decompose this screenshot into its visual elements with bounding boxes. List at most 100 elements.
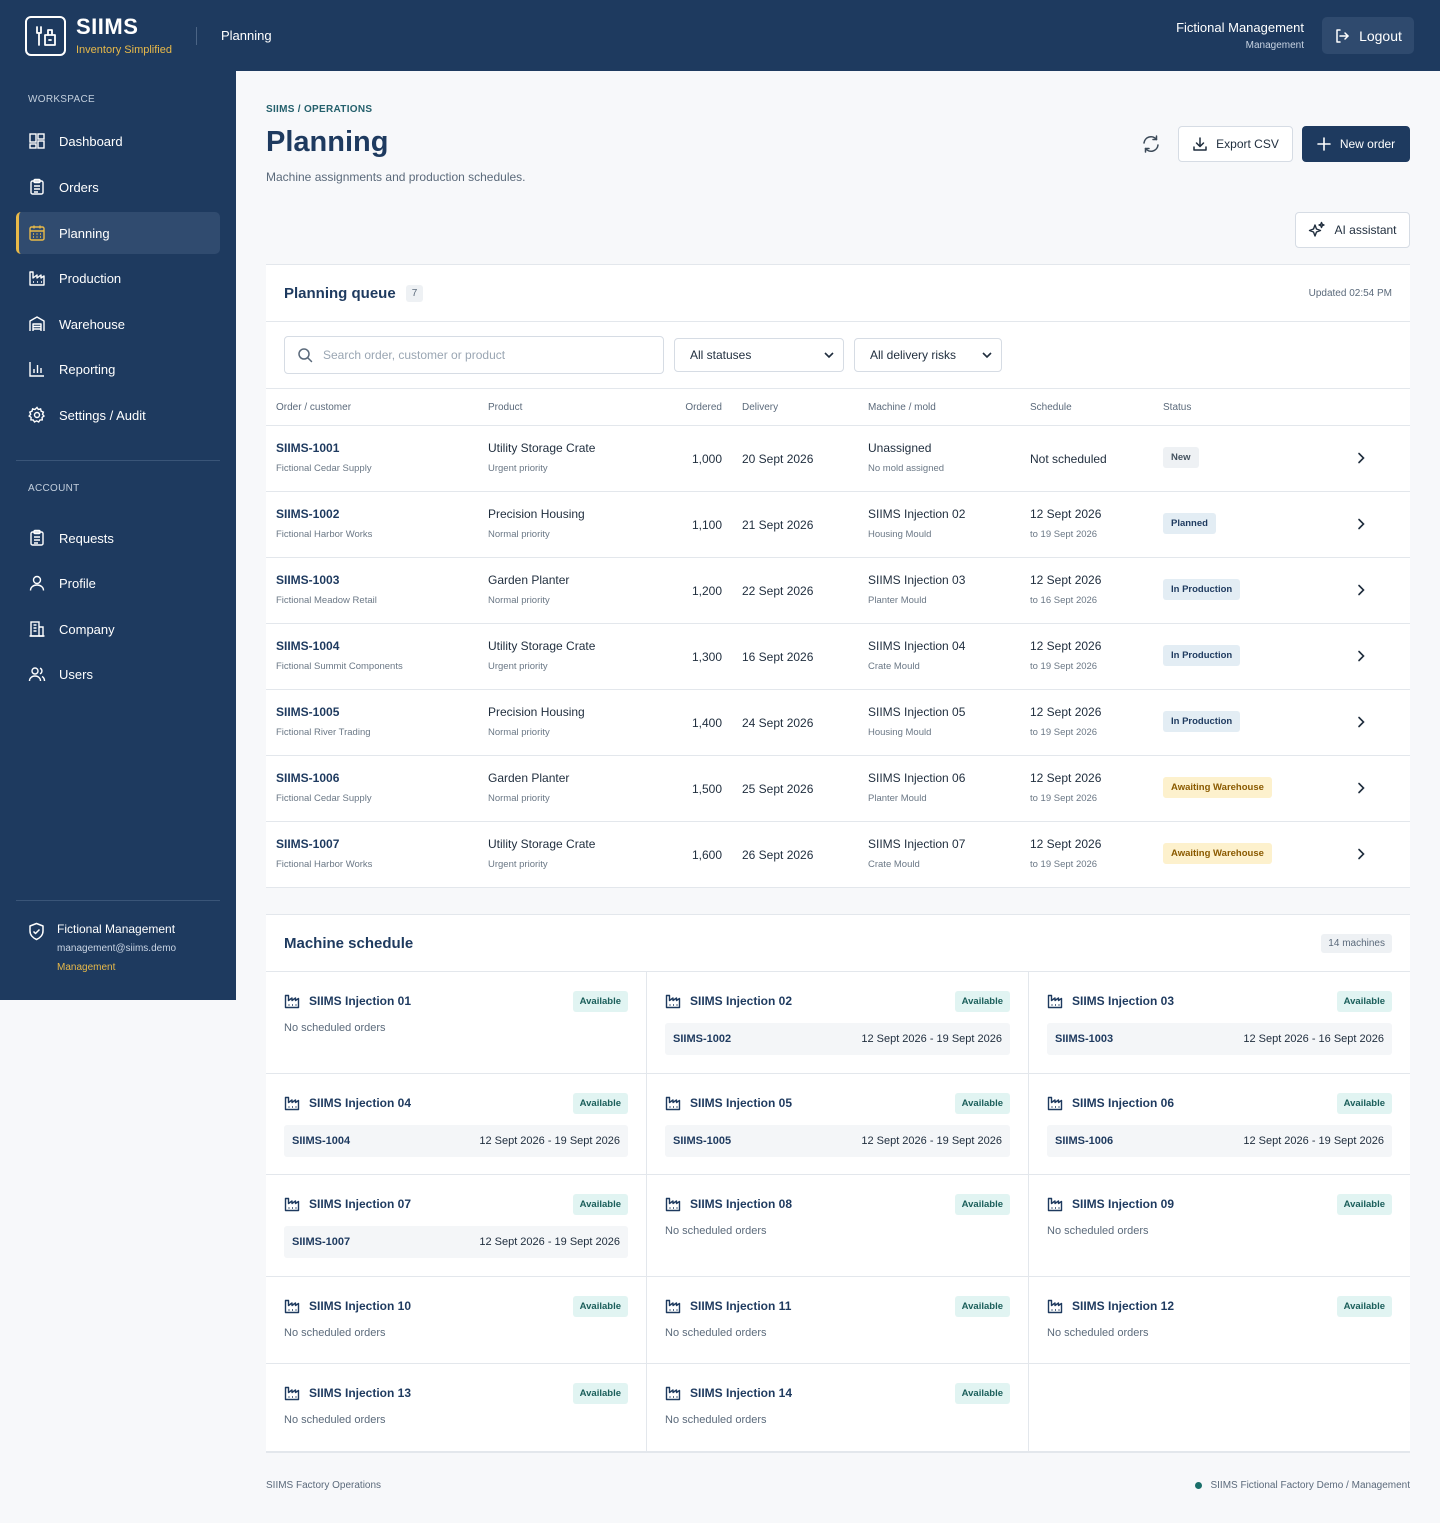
availability-badge: Available xyxy=(572,1092,628,1114)
machine-card[interactable]: SIIMS Injection 02 Available SIIMS-1002 1… xyxy=(647,972,1029,1074)
search-icon xyxy=(298,348,313,363)
table-row[interactable]: SIIMS-1003 Fictional Meadow Retail Garden… xyxy=(266,558,1410,624)
machine-card[interactable]: SIIMS Injection 07 Available SIIMS-1007 1… xyxy=(266,1175,647,1277)
new-order-button[interactable]: New order xyxy=(1302,126,1410,162)
table-row[interactable]: SIIMS-1007 Fictional Harbor Works Utility… xyxy=(266,822,1410,888)
warehouse-icon xyxy=(29,316,45,331)
sidebar-item-label: Reporting xyxy=(59,361,116,377)
order-id[interactable]: SIIMS-1003 xyxy=(276,573,377,587)
scheduled-job[interactable]: SIIMS-1007 12 Sept 2026 - 19 Sept 2026 xyxy=(284,1226,628,1258)
sidebar-item-profile[interactable]: Profile xyxy=(16,562,220,604)
table-header: Order / customer Product Ordered Deliver… xyxy=(266,389,1410,426)
row-open-button[interactable] xyxy=(1354,451,1368,470)
machine-card[interactable]: SIIMS Injection 08 Available No schedule… xyxy=(647,1175,1029,1277)
mold-name: Housing Mould xyxy=(868,727,932,738)
machine-card[interactable]: SIIMS Injection 04 Available SIIMS-1004 1… xyxy=(266,1074,647,1175)
refresh-button[interactable] xyxy=(1140,133,1162,160)
row-open-button[interactable] xyxy=(1354,649,1368,668)
machine-name: SIIMS Injection 09 xyxy=(1072,1197,1175,1211)
job-dates: 12 Sept 2026 - 16 Sept 2026 xyxy=(1243,1033,1384,1045)
sidebar-item-reporting[interactable]: Reporting xyxy=(16,348,220,390)
order-id[interactable]: SIIMS-1005 xyxy=(276,705,371,719)
top-section-title: Planning xyxy=(221,28,272,43)
job-dates: 12 Sept 2026 - 19 Sept 2026 xyxy=(861,1135,1002,1147)
customer-name: Fictional Summit Components xyxy=(276,661,403,672)
schedule-end: to 19 Sept 2026 xyxy=(1030,859,1098,870)
sidebar-item-users[interactable]: Users xyxy=(16,653,220,695)
search-box[interactable] xyxy=(284,336,664,374)
machine-card[interactable]: SIIMS Injection 09 Available No schedule… xyxy=(1029,1175,1410,1277)
row-open-button[interactable] xyxy=(1354,583,1368,602)
export-csv-button[interactable]: Export CSV xyxy=(1178,126,1293,162)
plus-icon xyxy=(1317,137,1331,151)
machine-card[interactable]: SIIMS Injection 03 Available SIIMS-1003 1… xyxy=(1029,972,1410,1074)
product-name: Utility Storage Crate xyxy=(488,441,596,455)
order-id[interactable]: SIIMS-1002 xyxy=(276,507,372,521)
empty-grid-cell xyxy=(1029,1364,1410,1452)
table-row[interactable]: SIIMS-1001 Fictional Cedar Supply Utility… xyxy=(266,426,1410,492)
chevron-right-icon xyxy=(1358,584,1365,596)
order-id[interactable]: SIIMS-1007 xyxy=(276,837,372,851)
delivery-risk-filter-select[interactable]: All delivery risks xyxy=(854,338,1002,372)
row-open-button[interactable] xyxy=(1354,517,1368,536)
schedule-start: Not scheduled xyxy=(1030,452,1107,466)
status-badge: In Production xyxy=(1163,579,1241,600)
sidebar-item-label: Planning xyxy=(59,225,110,241)
search-input[interactable] xyxy=(323,348,623,362)
table-row[interactable]: SIIMS-1006 Fictional Cedar Supply Garden … xyxy=(266,756,1410,822)
status-badge: In Production xyxy=(1163,711,1241,732)
product-name: Garden Planter xyxy=(488,573,570,587)
machine-name: SIIMS Injection 13 xyxy=(309,1386,412,1400)
product-name: Precision Housing xyxy=(488,507,585,521)
filter-bar: All statuses All delivery risks xyxy=(266,322,1410,389)
sidebar-item-warehouse[interactable]: Warehouse xyxy=(16,303,220,345)
table-row[interactable]: SIIMS-1004 Fictional Summit Components Ut… xyxy=(266,624,1410,690)
status-filter-select[interactable]: All statuses xyxy=(674,338,844,372)
machine-card[interactable]: SIIMS Injection 05 Available SIIMS-1005 1… xyxy=(647,1074,1029,1175)
table-row[interactable]: SIIMS-1002 Fictional Harbor Works Precisi… xyxy=(266,492,1410,558)
machine-card[interactable]: SIIMS Injection 11 Available No schedule… xyxy=(647,1277,1029,1364)
new-order-label: New order xyxy=(1339,137,1396,151)
scheduled-job[interactable]: SIIMS-1002 12 Sept 2026 - 19 Sept 2026 xyxy=(665,1023,1010,1055)
ai-assistant-label: AI assistant xyxy=(1334,223,1397,237)
machine-card[interactable]: SIIMS Injection 01 Available No schedule… xyxy=(266,972,647,1074)
users-icon xyxy=(28,667,46,682)
machine-card[interactable]: SIIMS Injection 12 Available No schedule… xyxy=(1029,1277,1410,1364)
bar-chart-icon xyxy=(29,362,44,377)
sidebar-item-dashboard[interactable]: Dashboard xyxy=(16,120,220,162)
ai-assistant-button[interactable]: AI assistant xyxy=(1295,212,1410,248)
scheduled-job[interactable]: SIIMS-1006 12 Sept 2026 - 19 Sept 2026 xyxy=(1047,1125,1392,1157)
machine-card[interactable]: SIIMS Injection 14 Available No schedule… xyxy=(647,1364,1029,1452)
order-id[interactable]: SIIMS-1001 xyxy=(276,441,372,455)
page-title: Planning xyxy=(266,126,389,158)
delivery-date: 16 Sept 2026 xyxy=(742,650,814,664)
sidebar-item-company[interactable]: Company xyxy=(16,608,220,650)
job-order-id: SIIMS-1002 xyxy=(673,1033,732,1045)
scheduled-job[interactable]: SIIMS-1004 12 Sept 2026 - 19 Sept 2026 xyxy=(284,1125,628,1157)
row-open-button[interactable] xyxy=(1354,781,1368,800)
delivery-risk-filter-value: All delivery risks xyxy=(870,348,957,362)
planning-queue-card: Planning queue 7 Updated 02:54 PM All st… xyxy=(266,264,1410,888)
sidebar-item-orders[interactable]: Orders xyxy=(16,166,220,208)
order-id[interactable]: SIIMS-1006 xyxy=(276,771,372,785)
table-row[interactable]: SIIMS-1005 Fictional River Trading Precis… xyxy=(266,690,1410,756)
sidebar-item-settings-audit[interactable]: Settings / Audit xyxy=(16,394,220,436)
sidebar-item-requests[interactable]: Requests xyxy=(16,517,220,559)
order-id[interactable]: SIIMS-1004 xyxy=(276,639,403,653)
row-open-button[interactable] xyxy=(1354,847,1368,866)
sidebar-item-production[interactable]: Production xyxy=(16,257,220,299)
sidebar-item-planning[interactable]: Planning xyxy=(16,212,220,254)
machine-card[interactable]: SIIMS Injection 13 Available No schedule… xyxy=(266,1364,647,1452)
scheduled-job[interactable]: SIIMS-1003 12 Sept 2026 - 16 Sept 2026 xyxy=(1047,1023,1392,1055)
scheduled-job[interactable]: SIIMS-1005 12 Sept 2026 - 19 Sept 2026 xyxy=(665,1125,1010,1157)
logout-button[interactable]: Logout xyxy=(1322,17,1414,54)
brand[interactable]: SIIMS Inventory Simplified xyxy=(25,15,172,56)
gear-icon xyxy=(28,406,46,423)
ordered-qty: 1,300 xyxy=(691,650,722,664)
row-open-button[interactable] xyxy=(1354,715,1368,734)
machine-name: SIIMS Injection 05 xyxy=(690,1096,793,1110)
machine-card[interactable]: SIIMS Injection 10 Available No schedule… xyxy=(266,1277,647,1364)
sidebar-user-name: Fictional Management xyxy=(57,922,176,936)
factory-icon xyxy=(1047,994,1063,1009)
machine-card[interactable]: SIIMS Injection 06 Available SIIMS-1006 1… xyxy=(1029,1074,1410,1175)
